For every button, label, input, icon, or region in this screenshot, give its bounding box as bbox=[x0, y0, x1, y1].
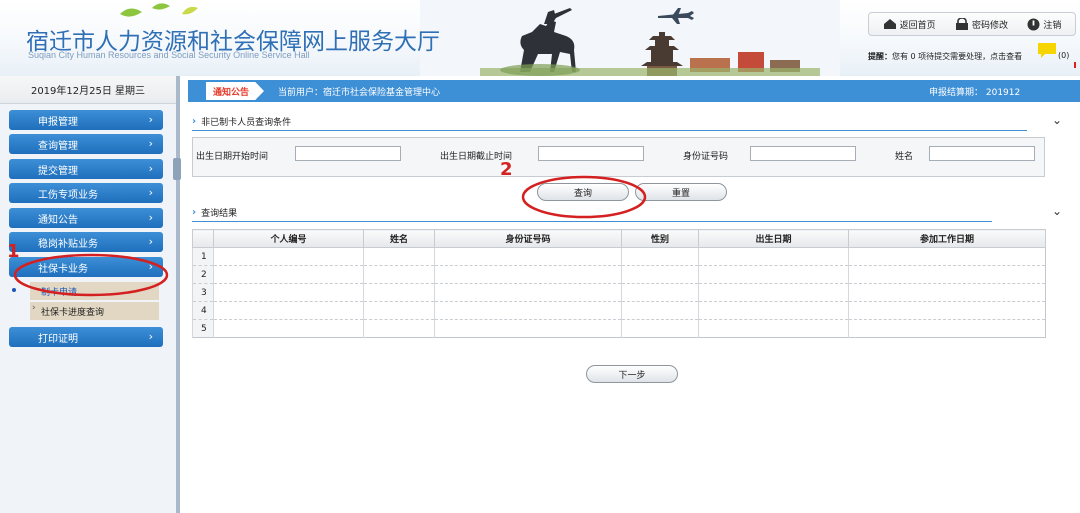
scroll-marker bbox=[1074, 62, 1076, 68]
chevron-right-icon: › bbox=[148, 162, 153, 175]
settlement-period: 申报结算期： 201912 bbox=[929, 88, 1021, 98]
results-table: 个人编号 姓名 身份证号码 性别 出生日期 参加工作日期 1 2 3 4 5 bbox=[192, 229, 1046, 338]
column-header-index bbox=[192, 229, 214, 248]
name-input[interactable] bbox=[929, 146, 1035, 161]
section-arrow-icon: › bbox=[192, 116, 197, 127]
birth-start-input[interactable] bbox=[295, 146, 401, 161]
sidebar-item-social-card[interactable]: 社保卡业务 › bbox=[9, 257, 163, 277]
sidebar-item-label: 社保卡业务 bbox=[38, 263, 88, 275]
chevron-down-icon[interactable]: ⌄ bbox=[1052, 113, 1062, 127]
criteria-form: 出生日期开始时间 出生日期截止时间 身份证号码 姓名 bbox=[192, 137, 1045, 177]
sidebar-item-work-injury[interactable]: 工伤专项业务 › bbox=[9, 183, 163, 203]
home-icon bbox=[883, 19, 896, 29]
banner-illustration bbox=[420, 0, 840, 76]
criteria-section-title: 非已制卡人员查询条件 bbox=[201, 118, 292, 128]
table-row[interactable]: 4 bbox=[192, 301, 1046, 320]
column-header-birth-date: 出生日期 bbox=[698, 229, 849, 248]
table-row[interactable]: 5 bbox=[192, 319, 1046, 338]
row-number: 1 bbox=[192, 247, 214, 266]
chevron-right-icon: › bbox=[148, 235, 153, 248]
sidebar-subitem-card-progress[interactable]: 社保卡进度查询 bbox=[30, 302, 159, 320]
current-user: 当前用户：宿迁市社会保险基金管理中心 bbox=[278, 88, 441, 98]
notice-text: 您有 0 项待提交需要处理，点击查看 bbox=[892, 52, 1023, 61]
sidebar-item-declaration[interactable]: 申报管理 › bbox=[9, 110, 163, 130]
chevron-right-icon: › bbox=[148, 330, 153, 343]
sidebar: 2019年12月25日 星期三 申报管理 › 查询管理 › 提交管理 › 工伤专项业务… bbox=[0, 76, 180, 513]
leaf-decoration-icon bbox=[120, 3, 198, 17]
section-divider bbox=[192, 130, 1027, 131]
sidebar-subitem-card-apply[interactable]: 制卡申请 bbox=[12, 282, 159, 300]
row-number: 5 bbox=[192, 319, 214, 338]
info-strip: 通知公告 当前用户：宿迁市社会保险基金管理中心 申报结算期： 201912 bbox=[188, 80, 1080, 102]
password-button-label: 密码修改 bbox=[971, 20, 1008, 31]
row-number: 3 bbox=[192, 283, 214, 302]
sidebar-item-label: 工伤专项业务 bbox=[38, 189, 98, 201]
name-label: 姓名 bbox=[895, 152, 914, 162]
chevron-right-icon: › bbox=[148, 186, 153, 199]
results-section-header: › 查询结果 ⌄ bbox=[192, 204, 1072, 221]
top-toolbar: 返回首页 密码修改 注销 bbox=[868, 12, 1076, 36]
results-section-title: 查询结果 bbox=[201, 209, 238, 219]
row-number: 4 bbox=[192, 301, 214, 320]
sidebar-item-label: 申报管理 bbox=[38, 116, 78, 128]
section-divider bbox=[192, 221, 992, 222]
notice-prefix: 提醒： bbox=[868, 52, 892, 61]
chevron-right-icon: › bbox=[148, 137, 153, 150]
annotation-step-2: 2 bbox=[500, 159, 513, 180]
chevron-right-icon: › bbox=[148, 260, 153, 273]
id-number-label: 身份证号码 bbox=[683, 152, 729, 162]
lock-icon bbox=[955, 18, 968, 30]
next-step-button[interactable]: 下一步 bbox=[586, 365, 678, 383]
section-arrow-icon: › bbox=[192, 207, 197, 218]
row-number: 2 bbox=[192, 265, 214, 284]
sidebar-item-label: 稳岗补贴业务 bbox=[38, 238, 98, 250]
birth-end-input[interactable] bbox=[538, 146, 644, 161]
sidebar-item-label: 打印证明 bbox=[38, 333, 78, 345]
criteria-section-header: › 非已制卡人员查询条件 ⌄ bbox=[192, 113, 1072, 130]
header: 宿迁市人力资源和社会保障网上服务大厅 Suqian City Human Res… bbox=[0, 0, 1080, 76]
notice-count: (0) bbox=[1058, 51, 1070, 60]
password-button[interactable]: 密码修改 bbox=[955, 18, 1008, 31]
table-row[interactable]: 1 bbox=[192, 247, 1046, 266]
chevron-right-icon: › bbox=[148, 113, 153, 126]
sidebar-item-query[interactable]: 查询管理 › bbox=[9, 134, 163, 154]
query-button[interactable]: 查询 bbox=[537, 183, 629, 201]
sidebar-item-label: 通知公告 bbox=[38, 214, 78, 226]
notice-tab[interactable]: 通知公告 bbox=[206, 82, 264, 100]
logout-button[interactable]: 注销 bbox=[1027, 18, 1061, 31]
sidebar-item-notices[interactable]: 通知公告 › bbox=[9, 208, 163, 228]
message-icon[interactable] bbox=[1038, 43, 1056, 59]
column-header-personal-id: 个人编号 bbox=[213, 229, 364, 248]
column-header-id-number: 身份证号码 bbox=[434, 229, 622, 248]
reset-button[interactable]: 重置 bbox=[635, 183, 727, 201]
home-button-label: 返回首页 bbox=[899, 20, 936, 31]
column-header-name: 姓名 bbox=[363, 229, 435, 248]
table-row[interactable]: 2 bbox=[192, 265, 1046, 284]
sidebar-collapse-handle[interactable] bbox=[173, 158, 181, 180]
sidebar-item-print[interactable]: 打印证明 › bbox=[9, 327, 163, 347]
chevron-right-icon: › bbox=[148, 211, 153, 224]
sidebar-item-label: 提交管理 bbox=[38, 165, 78, 177]
birth-start-label: 出生日期开始时间 bbox=[196, 152, 269, 162]
table-row[interactable]: 3 bbox=[192, 283, 1046, 302]
current-date: 2019年12月25日 星期三 bbox=[0, 76, 176, 104]
sidebar-subitem-label: 社保卡进度查询 bbox=[41, 307, 105, 318]
sidebar-item-subsidy[interactable]: 稳岗补贴业务 › bbox=[9, 232, 163, 252]
id-number-input[interactable] bbox=[750, 146, 856, 161]
table-header-row: 个人编号 姓名 身份证号码 性别 出生日期 参加工作日期 bbox=[192, 229, 1046, 248]
column-header-gender: 性别 bbox=[621, 229, 699, 248]
column-header-work-start-date: 参加工作日期 bbox=[848, 229, 1046, 248]
sidebar-item-label: 查询管理 bbox=[38, 140, 78, 152]
pending-notice[interactable]: 提醒：您有 0 项待提交需要处理，点击查看 bbox=[868, 51, 1022, 62]
sidebar-splitter[interactable] bbox=[176, 76, 180, 513]
power-icon bbox=[1027, 18, 1040, 30]
annotation-step-1: 1 bbox=[7, 241, 20, 262]
sidebar-subitem-label: 制卡申请 bbox=[41, 287, 78, 298]
chevron-down-icon[interactable]: ⌄ bbox=[1052, 204, 1062, 218]
logout-button-label: 注销 bbox=[1043, 20, 1062, 31]
home-button[interactable]: 返回首页 bbox=[883, 18, 936, 31]
sidebar-item-submit[interactable]: 提交管理 › bbox=[9, 159, 163, 179]
site-subtitle: Suqian City Human Resources and Social S… bbox=[28, 50, 310, 60]
